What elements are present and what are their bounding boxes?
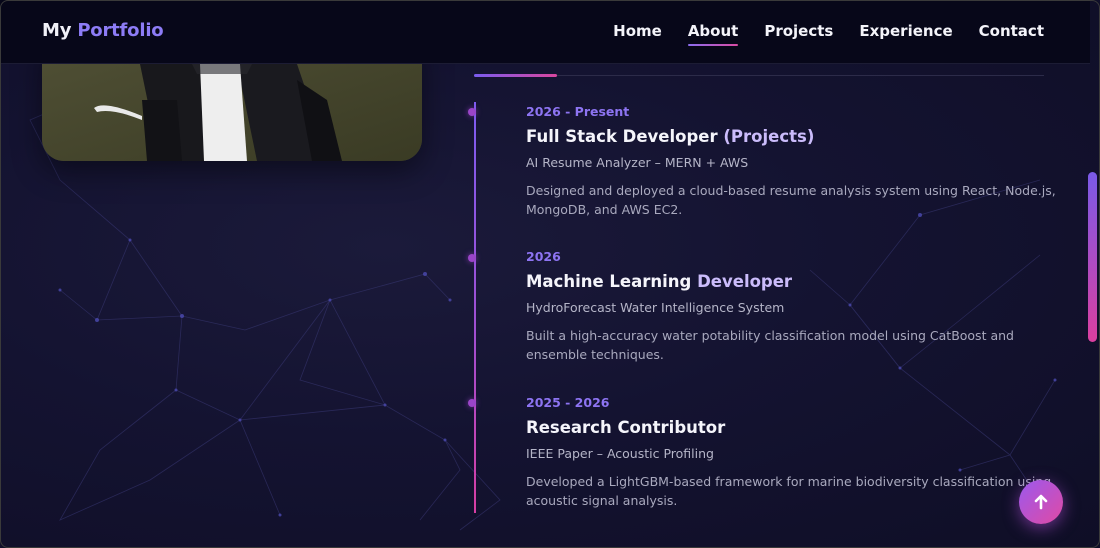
brand-text-portfolio: Portfolio	[77, 20, 164, 41]
timeline-dot	[468, 254, 476, 262]
nav-link-experience[interactable]: Experience	[859, 22, 952, 46]
entry-subtitle: AI Resume Analyzer – MERN + AWS	[526, 155, 749, 170]
timeline-dot	[468, 399, 476, 407]
arrow-up-icon	[1034, 494, 1048, 510]
entry-description: Built a high-accuracy water potability c…	[526, 328, 1014, 362]
nav-link-projects[interactable]: Projects	[764, 22, 833, 46]
timeline-dot	[468, 108, 476, 116]
entry-role: Machine Learning Developer	[526, 272, 1056, 291]
back-to-top-button[interactable]	[1019, 480, 1063, 524]
entry-date: 2026 - Present	[526, 104, 630, 119]
nav-links: Home About Projects Experience Contact	[587, 22, 1044, 46]
timeline-line	[474, 102, 476, 513]
nav-link-about[interactable]: About	[687, 22, 738, 46]
entry-subtitle: IEEE Paper – Acoustic Profiling	[526, 446, 714, 461]
timeline-entry: 2025 - 2026 Research Contributor IEEE Pa…	[526, 395, 1056, 510]
section-divider-accent	[474, 74, 557, 77]
entry-description: Designed and deployed a cloud-based resu…	[526, 183, 1056, 217]
entry-role-main: Full Stack Developer	[526, 127, 724, 146]
entry-description: Developed a LightGBM-based framework for…	[526, 474, 1052, 508]
entry-date: 2025 - 2026	[526, 395, 610, 410]
brand-logo[interactable]: My Portfolio	[42, 20, 164, 41]
entry-role-main: Machine Learning	[526, 272, 698, 291]
timeline-entry: 2026 - Present Full Stack Developer (Pro…	[526, 104, 1056, 219]
entry-role-highlight: (Projects)	[723, 127, 815, 146]
entry-role-highlight: Developer	[697, 272, 793, 291]
timeline-entry: 2026 Machine Learning Developer HydroFor…	[526, 249, 1056, 364]
section-divider	[474, 75, 1044, 76]
brand-text-my: My	[42, 20, 78, 41]
entry-role-main: Research Contributor	[526, 418, 726, 437]
entry-role: Full Stack Developer (Projects)	[526, 127, 1056, 146]
nav-link-contact[interactable]: Contact	[979, 22, 1044, 46]
entry-date: 2026	[526, 249, 561, 264]
entry-subtitle: HydroForecast Water Intelligence System	[526, 300, 785, 315]
scrollbar-thumb[interactable]	[1088, 172, 1097, 342]
entry-role: Research Contributor	[526, 418, 1056, 437]
nav-link-home[interactable]: Home	[613, 22, 662, 46]
navbar: My Portfolio Home About Projects Experie…	[0, 0, 1090, 64]
